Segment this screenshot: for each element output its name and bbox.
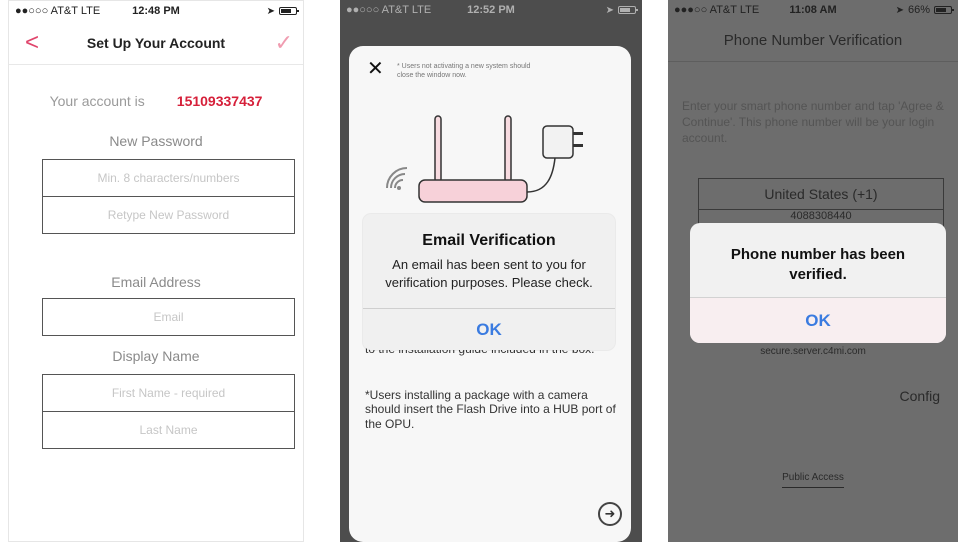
battery-icon bbox=[618, 6, 638, 14]
battery-icon bbox=[279, 7, 299, 15]
setup-account-screen: ●●○○○ AT&T LTE 12:48 PM ➤ < Set Up Your … bbox=[8, 0, 304, 542]
email-label: Email Address bbox=[111, 274, 201, 290]
checkmark-icon[interactable]: ✓ bbox=[275, 30, 293, 56]
carrier-label: ●●○○○ AT&T LTE bbox=[15, 5, 101, 17]
alert-message: An email has been sent to you for verifi… bbox=[385, 257, 593, 291]
phone-verification-screen: ●●●○○ AT&T LTE 11:08 AM ➤ 66% Phone Numb… bbox=[668, 0, 958, 542]
config-link[interactable]: Config bbox=[900, 388, 940, 404]
ok-button[interactable]: OK bbox=[363, 308, 615, 350]
ok-button[interactable]: OK bbox=[690, 297, 946, 343]
country-select[interactable]: United States (+1) bbox=[698, 178, 944, 210]
new-password-input[interactable]: Min. 8 characters/numbers bbox=[42, 159, 295, 197]
email-verification-alert: Email Verification An email has been sen… bbox=[363, 214, 615, 350]
battery-icon bbox=[934, 6, 954, 14]
instructions-text: Enter your smart phone number and tap 'A… bbox=[682, 99, 944, 146]
page-title: Set Up Your Account bbox=[86, 34, 226, 51]
chevron-left-icon[interactable]: < bbox=[25, 29, 39, 57]
public-access-link[interactable]: Public Access bbox=[668, 472, 958, 488]
location-arrow-icon: ➤ bbox=[895, 4, 904, 16]
email-input[interactable]: Email bbox=[42, 298, 295, 336]
status-bar: ●●○○○ AT&T LTE 12:52 PM ➤ bbox=[340, 0, 642, 20]
phone-verified-alert: Phone number has been verified. OK bbox=[690, 223, 946, 343]
nav-bar: < Set Up Your Account ✓ bbox=[9, 21, 303, 65]
location-arrow-icon: ➤ bbox=[605, 4, 614, 16]
alert-message: Phone number has been verified. bbox=[730, 246, 906, 284]
server-label: secure.server.c4mi.com bbox=[760, 346, 866, 357]
close-icon[interactable]: ✕ bbox=[367, 56, 384, 81]
page-title: Phone Number Verification bbox=[668, 20, 958, 62]
account-label: Your account is bbox=[49, 93, 145, 109]
battery-percent: 66% bbox=[907, 4, 930, 16]
location-arrow-icon: ➤ bbox=[266, 5, 275, 17]
carrier-label: ●●●○○ AT&T LTE bbox=[674, 4, 760, 16]
first-name-input[interactable]: First Name - required bbox=[42, 374, 295, 412]
account-row: Your account is 15109337437 bbox=[9, 93, 303, 109]
status-bar: ●●●○○ AT&T LTE 11:08 AM ➤ 66% bbox=[668, 0, 958, 20]
top-note: * Users not activating a new system shou… bbox=[397, 63, 531, 80]
password-label: New Password bbox=[109, 133, 203, 149]
arrow-right-circle-icon[interactable]: ➜ bbox=[598, 502, 622, 526]
retype-password-input[interactable]: Retype New Password bbox=[42, 196, 295, 234]
account-number: 15109337437 bbox=[176, 93, 263, 109]
email-verification-screen: ●●○○○ AT&T LTE 12:52 PM ➤ ✕ * Users not … bbox=[340, 0, 642, 542]
router-illustration-icon bbox=[386, 115, 583, 203]
camera-note-text: *Users installing a package with a camer… bbox=[365, 388, 616, 431]
alert-title: Email Verification bbox=[422, 232, 556, 249]
last-name-input[interactable]: Last Name bbox=[42, 411, 295, 449]
status-bar: ●●○○○ AT&T LTE 12:48 PM ➤ bbox=[9, 1, 303, 21]
public-access-label[interactable]: Public Access bbox=[782, 472, 844, 488]
display-name-label: Display Name bbox=[112, 348, 200, 364]
carrier-label: ●●○○○ AT&T LTE bbox=[346, 4, 432, 16]
